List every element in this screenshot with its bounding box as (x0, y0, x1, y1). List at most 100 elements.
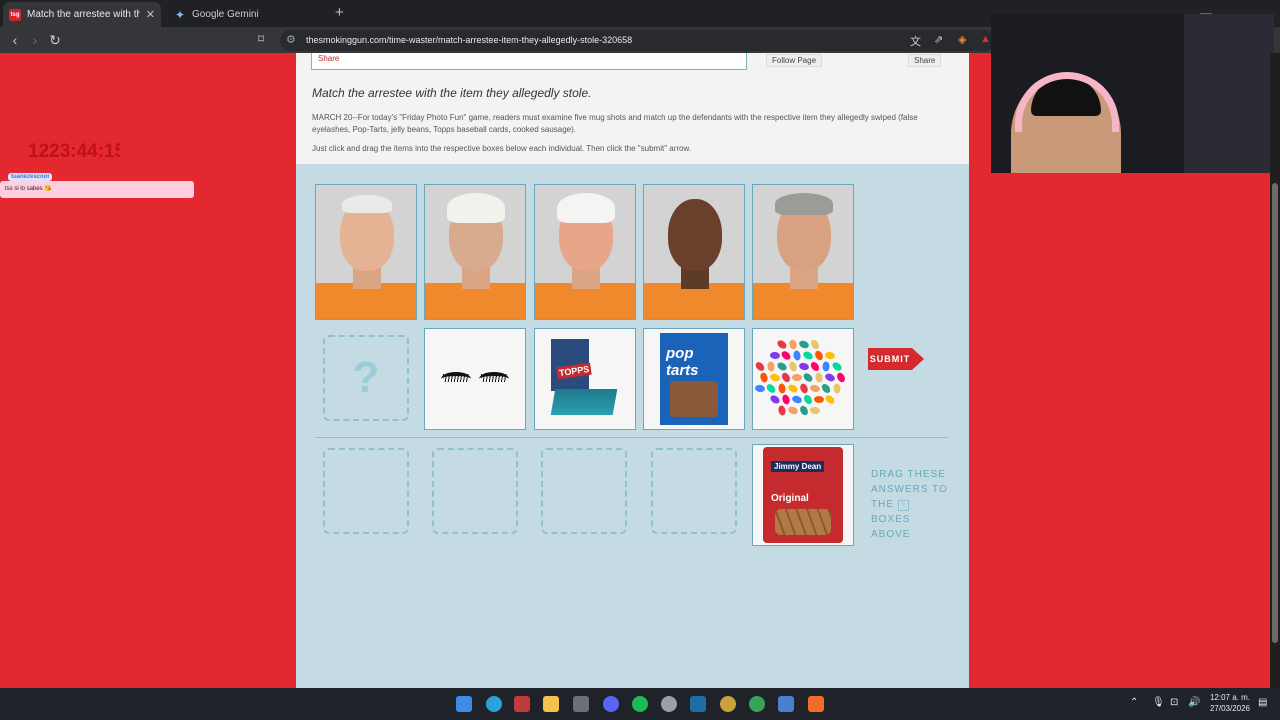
empty-drag-slot[interactable] (541, 448, 627, 534)
edge-icon[interactable] (486, 696, 502, 712)
app-icon[interactable] (514, 696, 530, 712)
tab-google-gemini[interactable]: ✦ Google Gemini (168, 2, 328, 27)
jelly-bean (833, 383, 841, 394)
sausage-label: Original (771, 493, 809, 504)
empty-drag-slot[interactable] (323, 448, 409, 534)
drag-hint-line: ANSWERS TO (871, 484, 948, 495)
scrollbar-thumb[interactable] (1272, 183, 1278, 643)
chevron-up-icon[interactable]: ⌃ (1130, 697, 1138, 708)
steam-icon[interactable] (690, 696, 706, 712)
submit-arrow-button[interactable]: SUBMIT (868, 348, 924, 370)
jelly-bean (779, 349, 793, 362)
drag-hint-word: THE (871, 499, 894, 510)
article-header: Share Follow Page Share Match the arrest… (296, 53, 969, 164)
spotify-icon[interactable] (632, 696, 648, 712)
jelly-bean (754, 384, 766, 393)
drag-hint: DRAG THESE ANSWERS TO THE ? BOXES ABOVE (871, 467, 951, 542)
share-link[interactable]: Share (318, 54, 339, 63)
jelly-bean (780, 371, 792, 384)
empty-drag-slot[interactable] (432, 448, 518, 534)
discord-icon[interactable] (603, 696, 619, 712)
close-tab-icon[interactable]: ✕ (146, 8, 155, 21)
translate-icon[interactable]: 文 (910, 33, 921, 49)
mugshot-2 (424, 184, 526, 320)
brave-browser-icon[interactable] (808, 696, 824, 712)
clock-time: 12:07 a. m. (1209, 693, 1251, 702)
mugshot-5 (752, 184, 854, 320)
microphone-icon[interactable]: 🎙 (1152, 697, 1165, 708)
jelly-bean (777, 404, 787, 417)
app-icon[interactable] (573, 696, 589, 712)
game-page: Share Follow Page Share Match the arrest… (296, 53, 969, 688)
jimmy-dean-logo: Jimmy Dean (771, 461, 825, 472)
jelly-bean (822, 361, 830, 372)
brave-shield-icon[interactable]: ◈ (958, 33, 966, 46)
stream-timer: 1223:44:15 (28, 141, 120, 162)
game-heading: Match the arrestee with the item they al… (312, 86, 592, 100)
drag-hint-line: DRAG THESE (871, 469, 946, 480)
item-false-eyelashes[interactable] (424, 328, 526, 430)
jelly-bean (798, 382, 810, 395)
jelly-bean (792, 349, 802, 362)
notifications-icon[interactable]: ▤ (1258, 697, 1267, 708)
app-icon[interactable] (778, 696, 794, 712)
jelly-bean (777, 383, 787, 394)
bookmark-icon[interactable]: ⌑ (258, 32, 264, 46)
jelly-bean (766, 361, 776, 372)
eyelash-left (441, 372, 471, 386)
item-pop-tarts[interactable]: pop tarts (643, 328, 745, 430)
tsg-logo-icon: tsg (9, 8, 21, 21)
page-scrollbar[interactable] (1270, 53, 1280, 688)
item-topps-cards[interactable]: TOPPS (534, 328, 636, 430)
rewards-icon[interactable]: ▲ (980, 33, 991, 45)
drag-hint-line: ABOVE (871, 529, 911, 540)
jelly-bean (769, 372, 781, 383)
mugshot-1 (315, 184, 417, 320)
system-clock[interactable]: 12:07 a. m. 27/03/2026 (1205, 692, 1255, 714)
jelly-bean (759, 371, 769, 384)
arrow-right-icon (912, 348, 924, 370)
network-icon[interactable]: ⊡ (1170, 697, 1178, 708)
back-icon[interactable]: ‹ (6, 31, 24, 49)
mugshot-3 (534, 184, 636, 320)
address-bar[interactable]: ⚙ thesmokinggun.com/time-waster/match-ar… (280, 30, 995, 51)
jelly-bean (787, 360, 799, 373)
windows-start-icon[interactable] (456, 696, 472, 712)
jelly-bean (801, 350, 815, 361)
app-icon[interactable] (720, 696, 736, 712)
jelly-bean (786, 382, 800, 395)
jelly-bean (791, 373, 803, 382)
forward-icon[interactable]: › (26, 31, 44, 49)
site-info-icon[interactable]: ⚙ (286, 33, 296, 46)
reload-icon[interactable]: ↻ (46, 31, 64, 49)
tab-match-arrestee[interactable]: tsg Match the arrestee with the item ✕ (3, 2, 161, 27)
answer-slot-1[interactable]: ? (323, 335, 409, 421)
new-tab-icon[interactable]: + (335, 4, 344, 21)
volume-icon[interactable]: 🔊 (1188, 697, 1200, 708)
empty-drag-slot[interactable] (651, 448, 737, 534)
jelly-bean (814, 371, 824, 384)
item-jelly-beans[interactable] (752, 328, 854, 430)
jelly-bean (768, 393, 782, 406)
follow-page-button[interactable]: Follow Page (766, 54, 823, 67)
jelly-bean (754, 360, 766, 373)
jelly-bean (835, 371, 847, 384)
drag-hint-line: THE ? BOXES (871, 497, 951, 527)
clock-date: 27/03/2026 (1209, 704, 1251, 713)
share-button[interactable]: Share (908, 54, 942, 67)
jelly-bean (809, 338, 821, 351)
jelly-bean (823, 372, 837, 383)
file-explorer-icon[interactable] (543, 696, 559, 712)
item-cooked-sausage[interactable]: Jimmy Dean Original (752, 444, 854, 546)
jelly-bean (791, 394, 803, 405)
xbox-icon[interactable] (749, 696, 765, 712)
eyelash-right (479, 372, 509, 386)
share-page-icon[interactable]: ⇗ (934, 33, 943, 46)
obs-icon[interactable] (661, 696, 677, 712)
jelly-bean (798, 339, 810, 350)
jelly-bean (775, 360, 789, 373)
windows-taskbar: ⌃ 🎙 ⊡ 🔊 12:07 a. m. 27/03/2026 ▤ (0, 688, 1280, 720)
gemini-icon: ✦ (174, 7, 186, 22)
jelly-bean (802, 393, 814, 406)
mugshot-4 (643, 184, 745, 320)
